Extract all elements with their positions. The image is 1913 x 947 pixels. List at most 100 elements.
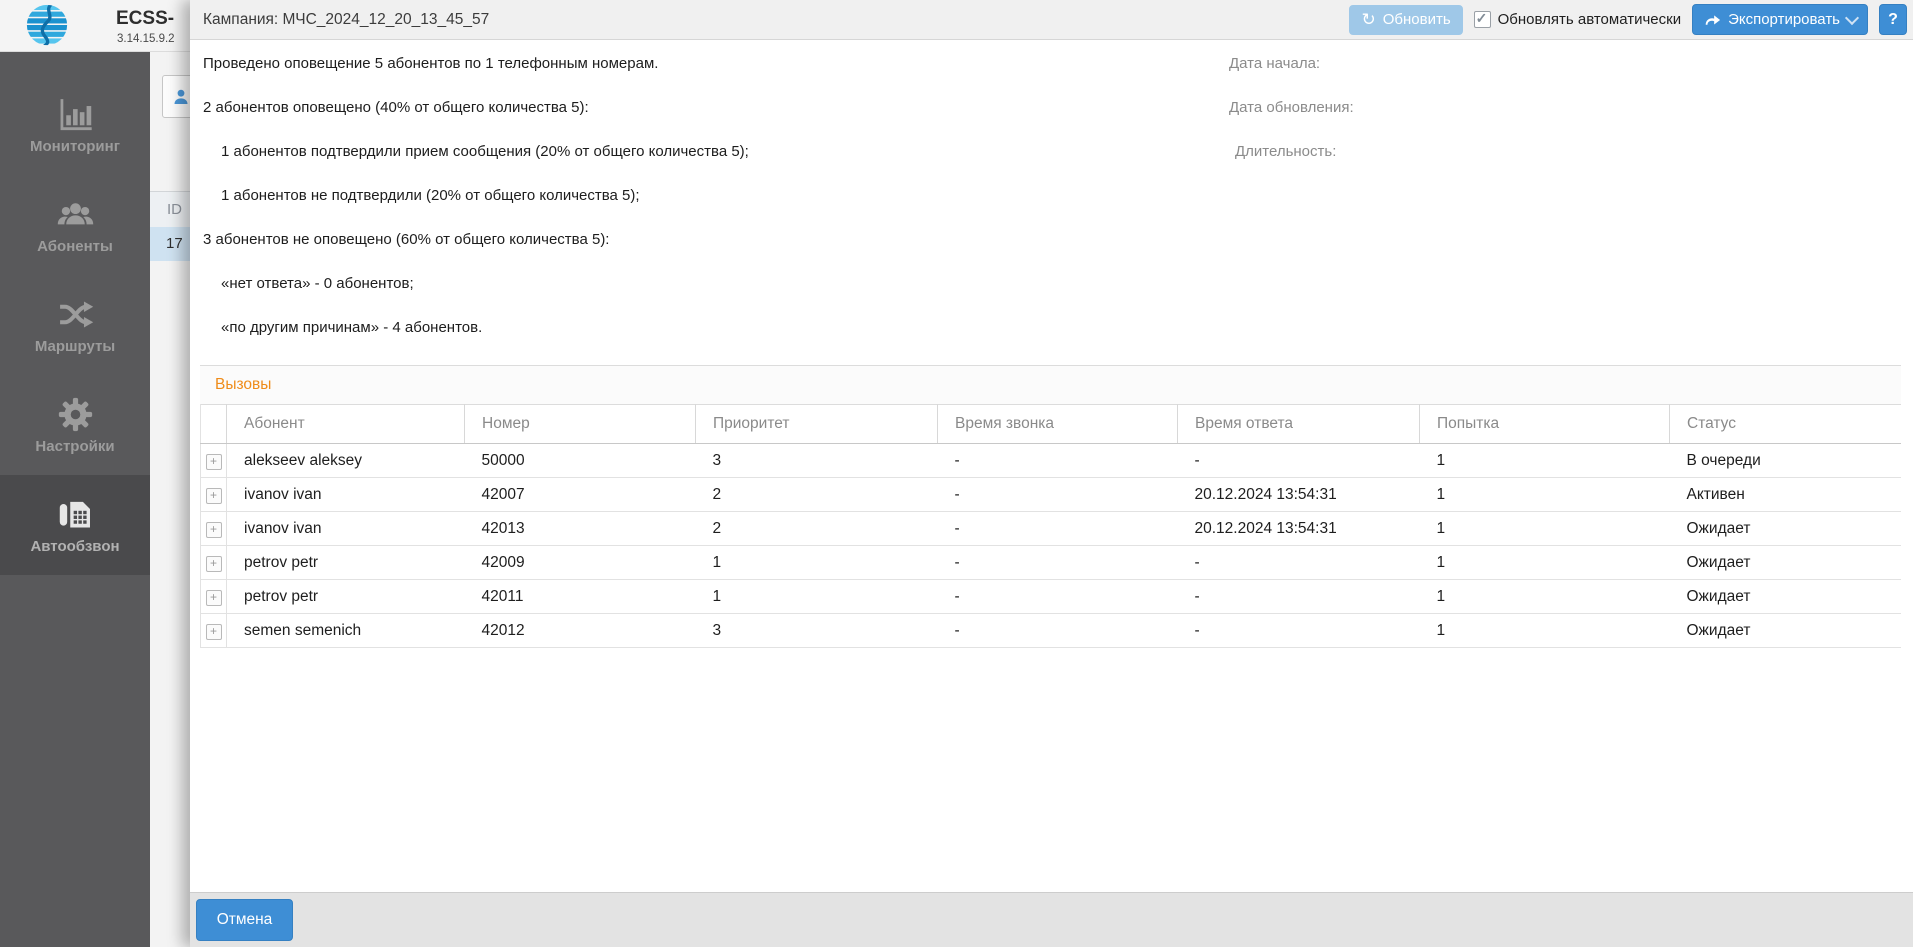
expand-row-icon[interactable] <box>205 589 222 606</box>
background-page-strip: ID 17 <box>150 51 211 947</box>
cell-call-time: - <box>937 579 1178 614</box>
calls-section-title: Вызовы <box>200 365 1901 405</box>
cell-priority: 3 <box>695 443 938 478</box>
sidebar-item-settings[interactable]: Настройки <box>0 375 150 475</box>
call-row[interactable]: ivanov ivan 42007 2 - 20.12.2024 13:54:3… <box>200 477 1901 512</box>
cell-number: 42012 <box>464 613 696 648</box>
modal-footer: Отмена <box>190 892 1913 947</box>
cell-priority: 1 <box>695 579 938 614</box>
call-row[interactable]: ivanov ivan 42013 2 - 20.12.2024 13:54:3… <box>200 511 1901 546</box>
cancel-button[interactable]: Отмена <box>196 899 293 941</box>
cell-number: 50000 <box>464 443 696 478</box>
summary-line: «по другим причинам» - 4 абонентов. <box>221 319 483 336</box>
sidebar-item-label: Автообзвон <box>30 537 120 555</box>
column-header-priority[interactable]: Приоритет <box>695 404 938 444</box>
column-header-attempt[interactable]: Попытка <box>1419 404 1670 444</box>
summary-line: 1 абонентов не подтвердили (20% от общег… <box>221 187 640 204</box>
cell-status: Активен <box>1669 477 1901 512</box>
expand-row-icon[interactable] <box>205 555 222 572</box>
cell-attempt: 1 <box>1419 477 1670 512</box>
summary-line: Проведено оповещение 5 абонентов по 1 те… <box>203 55 659 72</box>
cell-number: 42013 <box>464 511 696 546</box>
sidebar-item-subscribers[interactable]: Абоненты <box>0 175 150 275</box>
cell-priority: 2 <box>695 477 938 512</box>
auto-refresh-label[interactable]: Обновлять автоматически <box>1498 11 1681 28</box>
meta-label-duration: Длительность: <box>1235 143 1337 160</box>
cell-subscriber: alekseev aleksey <box>226 443 465 478</box>
cell-subscriber: petrov petr <box>226 579 465 614</box>
sidebar-item-autodial[interactable]: Автообзвон <box>0 475 150 575</box>
cell-status: Ожидает <box>1669 545 1901 580</box>
background-id-column-header: ID <box>150 191 195 227</box>
column-header-call-time[interactable]: Время звонка <box>937 404 1178 444</box>
export-button[interactable]: Экспортировать <box>1692 4 1868 35</box>
summary-line: 3 абонентов не оповещено (60% от общего … <box>203 231 610 248</box>
sidebar-item-label: Абоненты <box>37 237 113 255</box>
cell-attempt: 1 <box>1419 443 1670 478</box>
summary-line: 2 абонентов оповещено (40% от общего кол… <box>203 99 589 116</box>
app-header: ECSS- 3.14.15.9.2 <box>0 0 190 52</box>
campaign-modal: Кампания: МЧС_2024_12_20_13_45_57 Обнови… <box>190 0 1913 947</box>
call-row[interactable]: petrov petr 42009 1 - - 1 Ожидает <box>200 545 1901 580</box>
sidebar-item-monitoring[interactable]: Мониторинг <box>0 75 150 175</box>
auto-refresh-checkbox[interactable] <box>1473 11 1491 28</box>
cell-status: Ожидает <box>1669 613 1901 648</box>
modal-titlebar: Кампания: МЧС_2024_12_20_13_45_57 Обнови… <box>190 0 1913 40</box>
cell-answer-time: 20.12.2024 13:54:31 <box>1177 477 1420 512</box>
auto-refresh-control: Обновлять автоматически <box>1473 11 1681 28</box>
titlebar-controls: Обновить Обновлять автоматически Экспорт… <box>1349 0 1907 39</box>
cell-priority: 3 <box>695 613 938 648</box>
cell-answer-time: - <box>1177 443 1420 478</box>
cell-call-time: - <box>937 613 1178 648</box>
cell-call-time: - <box>937 477 1178 512</box>
sidebar-item-label: Настройки <box>35 437 115 455</box>
column-header-number[interactable]: Номер <box>464 404 696 444</box>
cell-answer-time: 20.12.2024 13:54:31 <box>1177 511 1420 546</box>
expand-column-header <box>200 404 227 444</box>
subscribers-icon <box>57 196 94 233</box>
cell-attempt: 1 <box>1419 545 1670 580</box>
refresh-icon <box>1361 11 1375 29</box>
person-icon <box>174 89 188 104</box>
cell-call-time: - <box>937 511 1178 546</box>
cell-attempt: 1 <box>1419 511 1670 546</box>
cell-subscriber: ivanov ivan <box>226 511 465 546</box>
expand-row-icon[interactable] <box>205 521 222 538</box>
settings-gear-icon <box>57 396 94 433</box>
cell-subscriber: petrov petr <box>226 545 465 580</box>
column-header-subscriber[interactable]: Абонент <box>226 404 465 444</box>
expand-row-icon[interactable] <box>205 487 222 504</box>
call-row[interactable]: semen semenich 42012 3 - - 1 Ожидает <box>200 613 1901 648</box>
monitoring-chart-icon <box>57 96 94 133</box>
cell-priority: 1 <box>695 545 938 580</box>
routes-shuffle-icon <box>57 296 94 333</box>
cell-priority: 2 <box>695 511 938 546</box>
cell-call-time: - <box>937 443 1178 478</box>
screen: ECSS- 3.14.15.9.2 Мониторинг Абоненты Ма… <box>0 0 1913 947</box>
help-button[interactable]: ? <box>1879 4 1907 35</box>
column-header-answer-time[interactable]: Время ответа <box>1177 404 1420 444</box>
sidebar-item-routes[interactable]: Маршруты <box>0 275 150 375</box>
meta-label-start-date: Дата начала: <box>1229 55 1321 72</box>
call-row[interactable]: petrov petr 42011 1 - - 1 Ожидает <box>200 579 1901 614</box>
app-version: 3.14.15.9.2 <box>117 33 175 45</box>
cell-subscriber: ivanov ivan <box>226 477 465 512</box>
refresh-button[interactable]: Обновить <box>1349 4 1463 35</box>
expand-row-icon[interactable] <box>205 453 222 470</box>
sidebar: Мониторинг Абоненты Маршруты Настройки А… <box>0 51 150 947</box>
modal-body: «по другим причинам» - 4 абонентов. «нет … <box>190 40 1913 892</box>
autodial-phone-icon <box>57 496 94 533</box>
expand-row-icon[interactable] <box>205 623 222 640</box>
summary-line: «нет ответа» - 0 абонентов; <box>221 275 414 292</box>
calls-table: Абонент Номер Приоритет Время звонка Вре… <box>200 404 1901 648</box>
cell-number: 42007 <box>464 477 696 512</box>
cell-status: Ожидает <box>1669 511 1901 546</box>
export-arrow-icon <box>1705 15 1721 25</box>
summary-line: 1 абонентов подтвердили прием сообщения … <box>221 143 749 160</box>
call-row[interactable]: alekseev aleksey 50000 3 - - 1 В очереди <box>200 443 1901 478</box>
cell-answer-time: - <box>1177 579 1420 614</box>
app-name: ECSS- <box>116 8 175 29</box>
column-header-status[interactable]: Статус <box>1669 404 1901 444</box>
cell-call-time: - <box>937 545 1178 580</box>
calls-table-header-row: Абонент Номер Приоритет Время звонка Вре… <box>200 404 1901 444</box>
